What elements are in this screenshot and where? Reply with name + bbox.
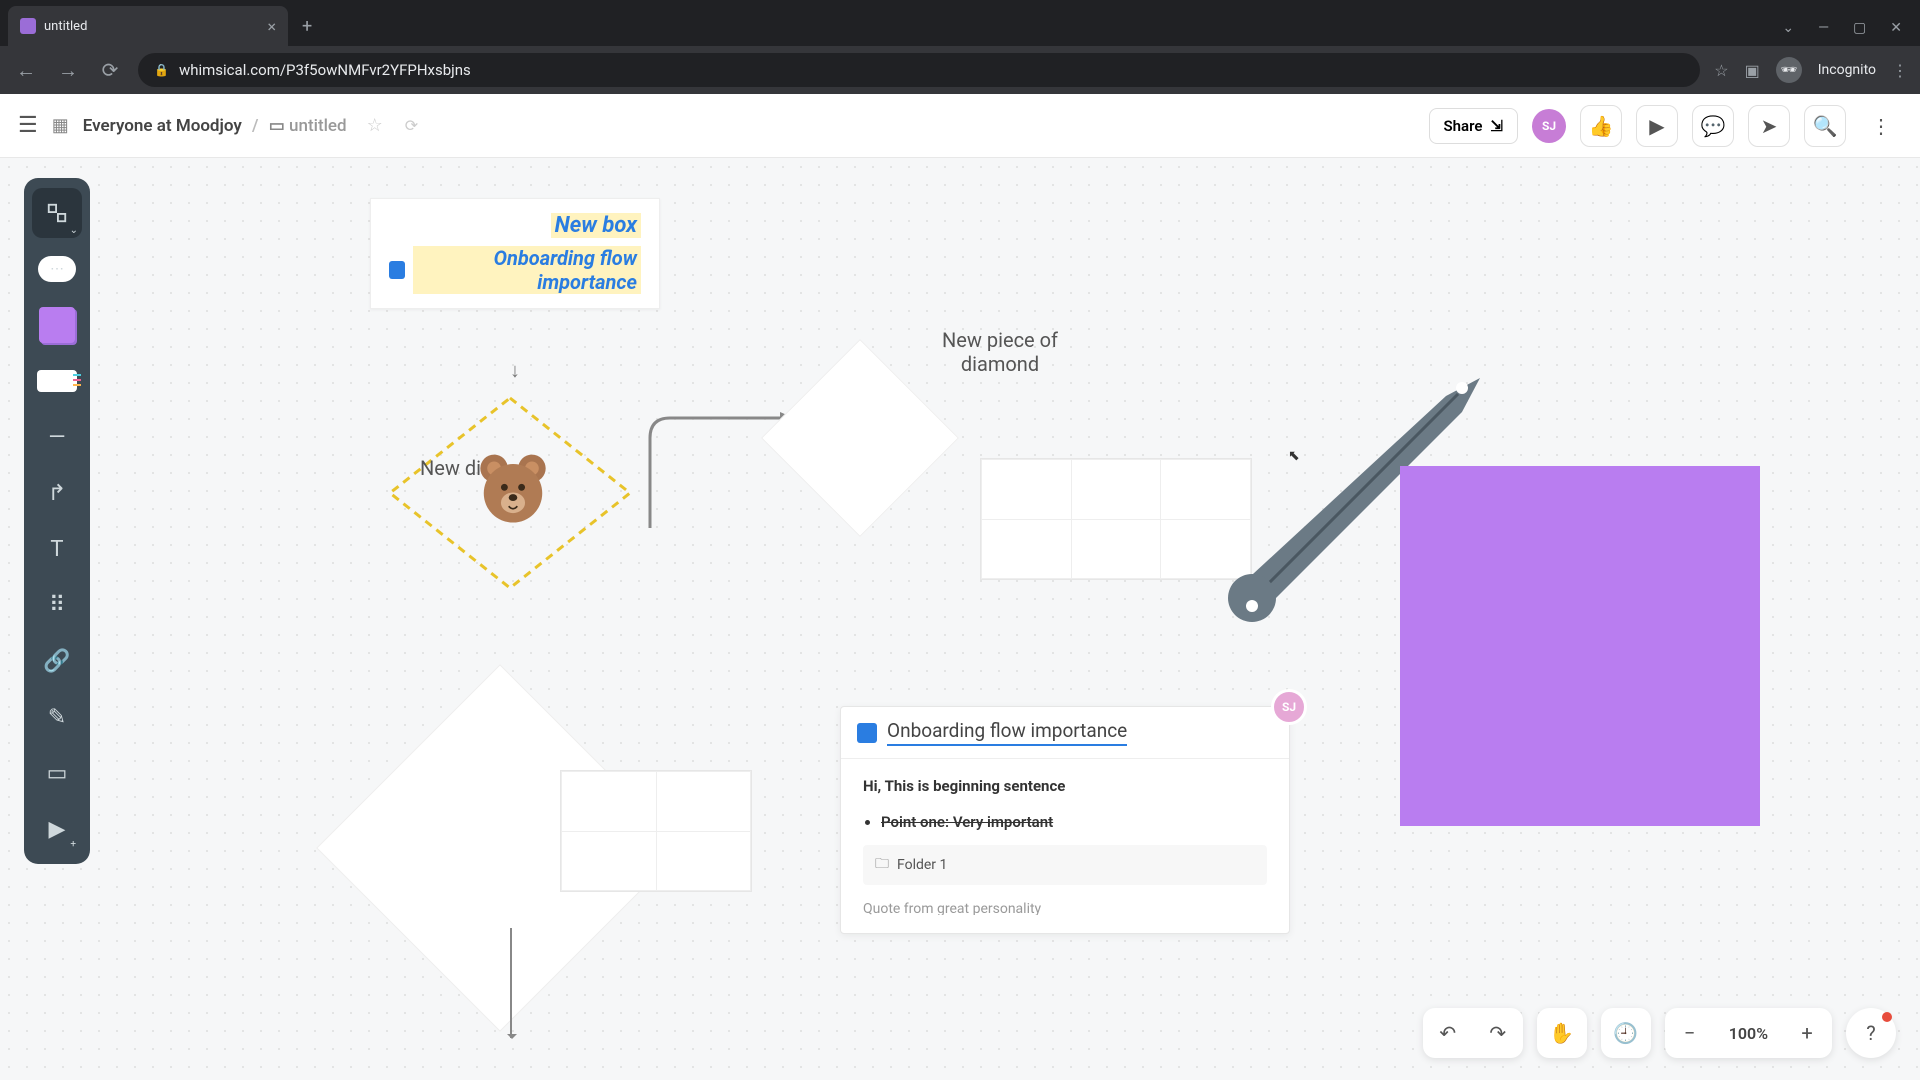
arrow-down-icon[interactable]: ↓ <box>510 358 520 383</box>
history-button[interactable]: 🕘 <box>1601 1008 1651 1058</box>
doc-intro: Hi, This is beginning sentence <box>863 777 1267 795</box>
undo-button[interactable]: ↶ <box>1423 1008 1473 1058</box>
breadcrumb[interactable]: Everyone at Moodjoy / ▭ untitled <box>83 116 347 136</box>
tab-title: untitled <box>44 19 87 34</box>
browser-menu-icon[interactable]: ⋮ <box>1892 61 1908 80</box>
url-text: whimsical.com/P3f5owNMFvr2YFPHxsbjns <box>179 61 471 79</box>
close-window-icon[interactable]: ✕ <box>1890 20 1902 36</box>
embedded-doc-card[interactable]: SJ Onboarding flow importance Hi, This i… <box>840 706 1290 934</box>
browser-address-bar: ← → ⟳ 🔒 whimsical.com/P3f5owNMFvr2YFPHxs… <box>0 46 1920 94</box>
browser-tab[interactable]: untitled × <box>8 6 288 46</box>
menu-icon[interactable]: ☰ <box>18 113 38 138</box>
canvas-table-2[interactable] <box>560 770 752 892</box>
share-export-icon: ⇲ <box>1490 117 1503 135</box>
forward-icon[interactable]: → <box>54 58 82 83</box>
collaborator-avatar[interactable]: SJ <box>1271 689 1307 725</box>
folder-name: Folder 1 <box>897 857 947 873</box>
doc-folder-link[interactable]: 🗀 Folder 1 <box>863 845 1267 885</box>
extensions-icon[interactable]: ▣ <box>1745 61 1760 80</box>
sticky-note-tool[interactable] <box>32 300 82 350</box>
back-icon[interactable]: ← <box>12 58 40 83</box>
arrow-down-long[interactable] <box>510 928 512 1038</box>
folder-icon: 🗀 <box>875 853 889 877</box>
maximize-icon[interactable]: ▢ <box>1853 20 1866 36</box>
share-button[interactable]: Share ⇲ <box>1429 108 1519 144</box>
diamond-label: New piece of diamond <box>940 328 1060 376</box>
cursor-icon: ⬉ <box>1288 448 1300 464</box>
text-tool[interactable]: T <box>32 524 82 574</box>
doc-link-icon <box>389 261 405 279</box>
bookmark-star-icon[interactable]: ☆ <box>1714 61 1728 80</box>
line-tool[interactable]: — <box>32 412 82 462</box>
frame-tool[interactable]: ▭ <box>32 748 82 798</box>
zoom-out-button[interactable]: − <box>1665 1008 1715 1058</box>
box-doc-link[interactable]: Onboarding flow importance <box>413 246 641 294</box>
share-label: Share <box>1444 117 1483 135</box>
more-icon[interactable]: ⋮ <box>1860 105 1902 147</box>
tabs-dropdown-icon[interactable]: ⌄ <box>1782 20 1794 36</box>
canvas-box-newbox[interactable]: New box Onboarding flow importance <box>370 198 660 309</box>
app-header: ☰ ▦ Everyone at Moodjoy / ▭ untitled ☆ ⟳… <box>0 94 1920 158</box>
doc-icon <box>857 723 877 743</box>
help-button[interactable]: ? <box>1846 1008 1896 1058</box>
doc-name[interactable]: untitled <box>289 116 347 136</box>
incognito-icon: 🕶 <box>1776 57 1802 83</box>
thumbs-up-icon[interactable]: 👍 <box>1580 105 1622 147</box>
bear-image-icon[interactable] <box>470 446 556 532</box>
more-shapes-tool[interactable]: ▶ <box>32 804 82 854</box>
url-field[interactable]: 🔒 whimsical.com/P3f5owNMFvr2YFPHxsbjns <box>138 53 1700 87</box>
browser-tab-strip: untitled × + ⌄ — ▢ ✕ <box>0 0 1920 46</box>
link-tool[interactable]: 🔗 <box>32 636 82 686</box>
user-avatar[interactable]: SJ <box>1532 109 1566 143</box>
window-controls: ⌄ — ▢ ✕ <box>1782 20 1920 46</box>
tool-palette: ⋯ — ↱ T ⠿ 🔗 ✎ ▭ ▶ <box>24 178 90 864</box>
close-tab-icon[interactable]: × <box>267 17 276 36</box>
workspace-name[interactable]: Everyone at Moodjoy <box>83 116 242 136</box>
breadcrumb-sep: / <box>252 116 258 136</box>
reload-icon[interactable]: ⟳ <box>96 58 124 82</box>
tab-favicon <box>20 18 36 34</box>
new-tab-button[interactable]: + <box>288 6 326 46</box>
incognito-label: Incognito <box>1818 62 1876 78</box>
select-tool[interactable] <box>32 188 82 238</box>
grid-tool[interactable]: ⠿ <box>32 580 82 630</box>
canvas[interactable]: ⋯ — ↱ T ⠿ 🔗 ✎ ▭ ▶ New box Onboarding flo… <box>0 158 1920 1080</box>
present-icon[interactable]: ▶ <box>1636 105 1678 147</box>
workspace-icon: ▦ <box>52 115 69 136</box>
send-icon[interactable]: ➤ <box>1748 105 1790 147</box>
minimize-icon[interactable]: — <box>1818 20 1829 36</box>
pencil-tool[interactable]: ✎ <box>32 692 82 742</box>
canvas-sticky-purple[interactable] <box>1400 466 1760 826</box>
avatar-initials: SJ <box>1542 119 1556 133</box>
doc-type-icon: ▭ <box>269 116 285 136</box>
doc-bullet-1: Point one: Very important <box>881 813 1267 831</box>
doc-quote: Quote from great personality <box>863 901 1267 915</box>
comment-tool[interactable]: ⋯ <box>32 244 82 294</box>
zoom-in-button[interactable]: + <box>1782 1008 1832 1058</box>
zoom-level[interactable]: 100% <box>1715 1024 1782 1043</box>
comments-icon[interactable]: 💬 <box>1692 105 1734 147</box>
search-icon[interactable]: 🔍 <box>1804 105 1846 147</box>
redo-button[interactable]: ↷ <box>1473 1008 1523 1058</box>
card-tool[interactable] <box>32 356 82 406</box>
connector-tool[interactable]: ↱ <box>32 468 82 518</box>
sync-icon[interactable]: ⟳ <box>405 116 418 135</box>
doc-card-title[interactable]: Onboarding flow importance <box>887 719 1127 746</box>
favorite-star-icon[interactable]: ☆ <box>367 115 383 136</box>
lock-icon: 🔒 <box>154 63 169 77</box>
bottom-toolbar: ↶ ↷ ✋ 🕘 − 100% + ? <box>1423 1008 1896 1058</box>
hand-tool-button[interactable]: ✋ <box>1537 1008 1587 1058</box>
box-title: New box <box>551 213 641 238</box>
